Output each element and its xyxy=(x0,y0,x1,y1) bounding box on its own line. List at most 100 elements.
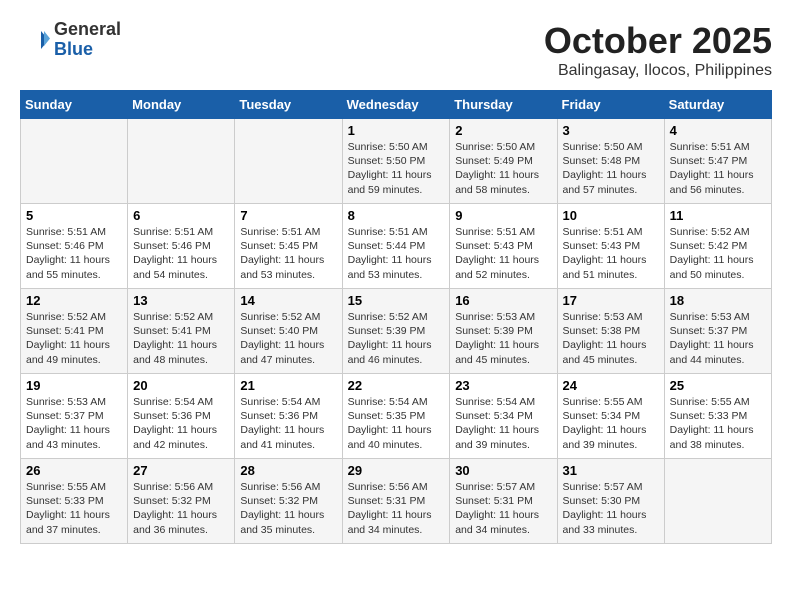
day-number: 24 xyxy=(563,378,659,393)
day-info: Sunrise: 5:51 AM Sunset: 5:47 PM Dayligh… xyxy=(670,140,766,197)
day-number: 16 xyxy=(455,293,551,308)
day-number: 26 xyxy=(26,463,122,478)
day-number: 30 xyxy=(455,463,551,478)
day-number: 2 xyxy=(455,123,551,138)
day-number: 9 xyxy=(455,208,551,223)
day-number: 28 xyxy=(240,463,336,478)
calendar-cell: 4 Sunrise: 5:51 AM Sunset: 5:47 PM Daylig… xyxy=(664,119,771,204)
day-info: Sunrise: 5:56 AM Sunset: 5:31 PM Dayligh… xyxy=(348,480,445,537)
day-number: 14 xyxy=(240,293,336,308)
calendar-week-0: 1 Sunrise: 5:50 AM Sunset: 5:50 PM Daylig… xyxy=(21,119,772,204)
calendar-body: 1 Sunrise: 5:50 AM Sunset: 5:50 PM Daylig… xyxy=(21,119,772,544)
day-number: 1 xyxy=(348,123,445,138)
location-subtitle: Balingasay, Ilocos, Philippines xyxy=(544,62,772,80)
calendar-cell: 13Sunrise: 5:52 AM Sunset: 5:41 PM Dayli… xyxy=(128,289,235,374)
day-number: 10 xyxy=(563,208,659,223)
calendar-cell xyxy=(235,119,342,204)
weekday-header-monday: Monday xyxy=(128,91,235,119)
calendar-cell: 8 Sunrise: 5:51 AM Sunset: 5:44 PM Daylig… xyxy=(342,204,450,289)
calendar-cell: 30 Sunrise: 5:57 AM Sunset: 5:31 PM Dayli… xyxy=(450,459,557,544)
day-info: Sunrise: 5:55 AM Sunset: 5:34 PM Dayligh… xyxy=(563,395,659,452)
calendar-cell: 6 Sunrise: 5:51 AM Sunset: 5:46 PM Daylig… xyxy=(128,204,235,289)
day-number: 20 xyxy=(133,378,229,393)
month-title: October 2025 xyxy=(544,20,772,62)
day-info: Sunrise: 5:57 AM Sunset: 5:31 PM Dayligh… xyxy=(455,480,551,537)
day-number: 3 xyxy=(563,123,659,138)
day-info: Sunrise: 5:55 AM Sunset: 5:33 PM Dayligh… xyxy=(670,395,766,452)
logo-general: General xyxy=(54,19,121,39)
calendar-cell xyxy=(128,119,235,204)
day-number: 13 xyxy=(133,293,229,308)
day-info: Sunrise: 5:53 AM Sunset: 5:39 PM Dayligh… xyxy=(455,310,551,367)
day-info: Sunrise: 5:53 AM Sunset: 5:38 PM Dayligh… xyxy=(563,310,659,367)
day-info: Sunrise: 5:54 AM Sunset: 5:35 PM Dayligh… xyxy=(348,395,445,452)
weekday-header-row: SundayMondayTuesdayWednesdayThursdayFrid… xyxy=(21,91,772,119)
day-info: Sunrise: 5:52 AM Sunset: 5:40 PM Dayligh… xyxy=(240,310,336,367)
calendar-cell: 23Sunrise: 5:54 AM Sunset: 5:34 PM Dayli… xyxy=(450,374,557,459)
weekday-header-friday: Friday xyxy=(557,91,664,119)
weekday-header-saturday: Saturday xyxy=(664,91,771,119)
day-number: 18 xyxy=(670,293,766,308)
calendar-cell: 27 Sunrise: 5:56 AM Sunset: 5:32 PM Dayli… xyxy=(128,459,235,544)
calendar-week-2: 12 Sunrise: 5:52 AM Sunset: 5:41 PM Dayli… xyxy=(21,289,772,374)
day-number: 12 xyxy=(26,293,122,308)
day-info: Sunrise: 5:51 AM Sunset: 5:44 PM Dayligh… xyxy=(348,225,445,282)
day-info: Sunrise: 5:54 AM Sunset: 5:36 PM Dayligh… xyxy=(133,395,229,452)
day-info: Sunrise: 5:54 AM Sunset: 5:36 PM Dayligh… xyxy=(240,395,336,452)
calendar-cell: 20 Sunrise: 5:54 AM Sunset: 5:36 PM Dayli… xyxy=(128,374,235,459)
calendar-cell: 1 Sunrise: 5:50 AM Sunset: 5:50 PM Daylig… xyxy=(342,119,450,204)
day-info: Sunrise: 5:51 AM Sunset: 5:43 PM Dayligh… xyxy=(455,225,551,282)
day-number: 8 xyxy=(348,208,445,223)
day-number: 27 xyxy=(133,463,229,478)
calendar-cell: 14 Sunrise: 5:52 AM Sunset: 5:40 PM Dayli… xyxy=(235,289,342,374)
day-info: Sunrise: 5:51 AM Sunset: 5:46 PM Dayligh… xyxy=(133,225,229,282)
day-number: 22 xyxy=(348,378,445,393)
day-info: Sunrise: 5:56 AM Sunset: 5:32 PM Dayligh… xyxy=(133,480,229,537)
logo: General Blue xyxy=(20,20,121,60)
calendar-cell: 10Sunrise: 5:51 AM Sunset: 5:43 PM Dayli… xyxy=(557,204,664,289)
day-number: 15 xyxy=(348,293,445,308)
day-info: Sunrise: 5:56 AM Sunset: 5:32 PM Dayligh… xyxy=(240,480,336,537)
day-number: 31 xyxy=(563,463,659,478)
calendar-cell: 28 Sunrise: 5:56 AM Sunset: 5:32 PM Dayli… xyxy=(235,459,342,544)
calendar-cell: 12 Sunrise: 5:52 AM Sunset: 5:41 PM Dayli… xyxy=(21,289,128,374)
calendar-cell: 11 Sunrise: 5:52 AM Sunset: 5:42 PM Dayli… xyxy=(664,204,771,289)
calendar-cell: 29Sunrise: 5:56 AM Sunset: 5:31 PM Dayli… xyxy=(342,459,450,544)
calendar-cell: 3 Sunrise: 5:50 AM Sunset: 5:48 PM Daylig… xyxy=(557,119,664,204)
calendar-cell: 15 Sunrise: 5:52 AM Sunset: 5:39 PM Dayli… xyxy=(342,289,450,374)
day-number: 7 xyxy=(240,208,336,223)
calendar-header: SundayMondayTuesdayWednesdayThursdayFrid… xyxy=(21,91,772,119)
calendar-cell: 21Sunrise: 5:54 AM Sunset: 5:36 PM Dayli… xyxy=(235,374,342,459)
day-info: Sunrise: 5:57 AM Sunset: 5:30 PM Dayligh… xyxy=(563,480,659,537)
day-number: 11 xyxy=(670,208,766,223)
day-info: Sunrise: 5:50 AM Sunset: 5:50 PM Dayligh… xyxy=(348,140,445,197)
day-info: Sunrise: 5:54 AM Sunset: 5:34 PM Dayligh… xyxy=(455,395,551,452)
calendar-cell: 24 Sunrise: 5:55 AM Sunset: 5:34 PM Dayli… xyxy=(557,374,664,459)
day-number: 6 xyxy=(133,208,229,223)
calendar-cell xyxy=(664,459,771,544)
day-info: Sunrise: 5:50 AM Sunset: 5:48 PM Dayligh… xyxy=(563,140,659,197)
calendar-cell: 18 Sunrise: 5:53 AM Sunset: 5:37 PM Dayli… xyxy=(664,289,771,374)
calendar-cell: 26Sunrise: 5:55 AM Sunset: 5:33 PM Dayli… xyxy=(21,459,128,544)
day-info: Sunrise: 5:53 AM Sunset: 5:37 PM Dayligh… xyxy=(670,310,766,367)
day-info: Sunrise: 5:52 AM Sunset: 5:39 PM Dayligh… xyxy=(348,310,445,367)
day-info: Sunrise: 5:52 AM Sunset: 5:41 PM Dayligh… xyxy=(26,310,122,367)
calendar-cell: 25 Sunrise: 5:55 AM Sunset: 5:33 PM Dayli… xyxy=(664,374,771,459)
calendar-cell: 16 Sunrise: 5:53 AM Sunset: 5:39 PM Dayli… xyxy=(450,289,557,374)
day-number: 4 xyxy=(670,123,766,138)
calendar-cell: 7 Sunrise: 5:51 AM Sunset: 5:45 PM Daylig… xyxy=(235,204,342,289)
page-header: General Blue October 2025 Balingasay, Il… xyxy=(20,20,772,80)
day-info: Sunrise: 5:50 AM Sunset: 5:49 PM Dayligh… xyxy=(455,140,551,197)
calendar-week-4: 26Sunrise: 5:55 AM Sunset: 5:33 PM Dayli… xyxy=(21,459,772,544)
day-info: Sunrise: 5:51 AM Sunset: 5:46 PM Dayligh… xyxy=(26,225,122,282)
calendar-cell: 5Sunrise: 5:51 AM Sunset: 5:46 PM Daylig… xyxy=(21,204,128,289)
day-info: Sunrise: 5:53 AM Sunset: 5:37 PM Dayligh… xyxy=(26,395,122,452)
day-number: 25 xyxy=(670,378,766,393)
logo-blue: Blue xyxy=(54,39,93,59)
calendar-cell xyxy=(21,119,128,204)
calendar-cell: 31 Sunrise: 5:57 AM Sunset: 5:30 PM Dayli… xyxy=(557,459,664,544)
logo-text: General Blue xyxy=(54,20,121,60)
day-info: Sunrise: 5:52 AM Sunset: 5:42 PM Dayligh… xyxy=(670,225,766,282)
calendar-table: SundayMondayTuesdayWednesdayThursdayFrid… xyxy=(20,90,772,544)
day-info: Sunrise: 5:51 AM Sunset: 5:45 PM Dayligh… xyxy=(240,225,336,282)
